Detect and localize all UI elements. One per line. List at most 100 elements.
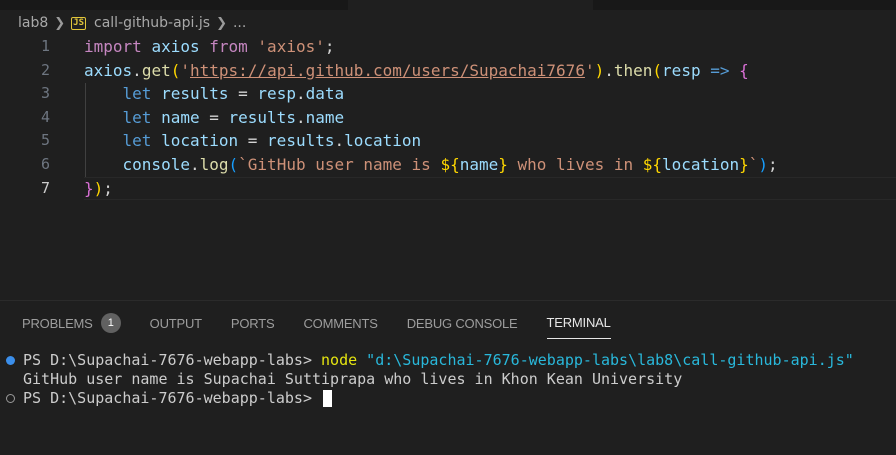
token-keyword: let [122,107,152,127]
token-property: data [305,84,345,104]
breadcrumb: lab8 ❯ JS call-github-api.js ❯ ... [18,13,246,33]
line-number: 4 [40,107,50,126]
token-interp: ${ [440,154,460,174]
token-string: 'axios' [257,37,325,56]
chevron-right-icon: ❯ [216,15,227,31]
problems-count-badge: 1 [100,313,121,333]
token-punct: ; [103,178,113,198]
token-interp: } [739,154,749,174]
token-operator: = [228,84,258,104]
terminal-prompt: PS D:\Supachai-7676-webapp-labs> [23,389,322,407]
tab-label: DEBUG CONSOLE [406,315,518,331]
token-function: log [199,154,229,174]
token-bracket: ( [228,154,239,174]
token-punct: . [132,60,142,80]
tab-output[interactable]: OUTPUT [150,313,202,339]
token-bracket: ) [758,154,768,174]
token-function: then [613,60,653,80]
panel-tabs: PROBLEMS 1 OUTPUT PORTS COMMENTS DEBUG CO… [22,313,611,339]
line-number-gutter: 1 2 3 4 5 6 7 [0,35,56,200]
code-line-5[interactable]: let location = results.location [84,129,896,153]
token-identifier: axios [84,60,133,80]
token-property: name [305,107,345,127]
tab-label: COMMENTS [303,315,378,331]
token-punct: ; [324,37,335,56]
tab-debug-console[interactable]: DEBUG CONSOLE [407,313,518,339]
token-identifier: name [161,107,200,127]
line-number: 2 [40,60,50,79]
token-operator: = [238,131,268,151]
active-editor-tab[interactable] [348,0,593,10]
token-identifier: results [228,107,296,127]
token-function: get [141,60,171,80]
breadcrumb-folder[interactable]: lab8 [18,15,48,31]
url-link[interactable]: https://api.github.com/users/Supachai767… [190,61,585,80]
token-keyword: let [122,131,152,151]
tab-comments[interactable]: COMMENTS [303,313,377,339]
line-number: 5 [40,131,50,150]
token-identifier: location [662,154,740,174]
tab-problems[interactable]: PROBLEMS 1 [22,313,121,339]
token-interp: ${ [642,154,663,174]
code-line-3[interactable]: let results = resp.data [84,82,896,106]
token-bracket: ) [594,60,605,80]
terminal-prompt: PS D:\Supachai-7676-webapp-labs> [23,351,322,369]
line-number: 1 [40,37,50,55]
token-arrow: => [700,60,740,80]
terminal-argument[interactable]: "d:\Supachai-7676-webapp-labs\lab8\call-… [357,351,854,370]
terminal-line: GitHub user name is Supachai Suttiprapa … [6,370,896,389]
breadcrumb-symbols[interactable]: ... [233,15,246,31]
editor-tab-bar [0,0,896,10]
token-identifier: results [267,131,335,151]
token-bracket: { [739,60,749,80]
token-interp: } [498,154,508,174]
token-keyword: let [122,84,152,104]
token-string: ' [584,60,595,80]
token-operator: = [199,107,229,127]
token-string: ` [748,154,759,174]
token-bracket: ( [652,60,663,80]
token-identifier: axios [151,37,200,56]
chevron-right-icon: ❯ [54,15,66,31]
token-punct: . [295,84,306,104]
token-identifier: name [459,154,499,174]
token-keyword: import [84,37,142,56]
token-identifier: location [161,131,239,151]
token-punct: . [295,107,306,127]
terminal-line: PS D:\Supachai-7676-webapp-labs> node "d… [6,351,896,370]
token-property: location [344,131,422,151]
breadcrumb-file[interactable]: call-github-api.js [94,15,210,31]
bottom-panel: PROBLEMS 1 OUTPUT PORTS COMMENTS DEBUG CO… [0,300,896,455]
token-bracket: ) [93,178,104,198]
terminal-line: PS D:\Supachai-7676-webapp-labs> [6,389,896,408]
code-line-7[interactable]: }); [84,176,896,201]
code-editor[interactable]: 1 2 3 4 5 6 7 import axios from 'axios';… [0,35,896,300]
token-identifier: console [122,154,190,174]
tab-ports[interactable]: PORTS [231,313,275,339]
javascript-file-icon: JS [71,16,87,30]
token-identifier: resp [257,84,296,104]
token-identifier: results [161,84,229,104]
terminal-cursor [323,390,333,407]
code-line-6[interactable]: console.log(`GitHub user name is ${name}… [84,153,896,177]
terminal-output[interactable]: PS D:\Supachai-7676-webapp-labs> node "d… [6,351,896,408]
token-string: `GitHub user name is [238,154,441,174]
code-line-1[interactable]: import axios from 'axios'; [84,35,896,59]
tab-label: TERMINAL [546,315,611,330]
line-number: 6 [40,154,50,173]
tab-label: PROBLEMS [22,315,93,331]
tab-terminal[interactable]: TERMINAL [546,313,611,339]
token-punct: . [334,131,345,151]
token-punct: ; [768,154,778,174]
terminal-command: node [321,351,358,369]
tab-label: OUTPUT [149,315,202,331]
command-pending-icon[interactable] [6,394,15,403]
code-area[interactable]: import axios from 'axios'; axios.get('ht… [84,35,896,200]
token-param: resp [662,60,701,80]
token-bracket: } [84,178,94,198]
command-success-icon[interactable] [6,356,15,365]
line-number-current: 7 [40,178,50,197]
terminal-output-text: GitHub user name is Supachai Suttiprapa … [23,370,683,388]
code-line-2[interactable]: axios.get ( 'https://api.github.com/users/… [84,59,896,83]
code-line-4[interactable]: let name = results.name [84,106,896,130]
